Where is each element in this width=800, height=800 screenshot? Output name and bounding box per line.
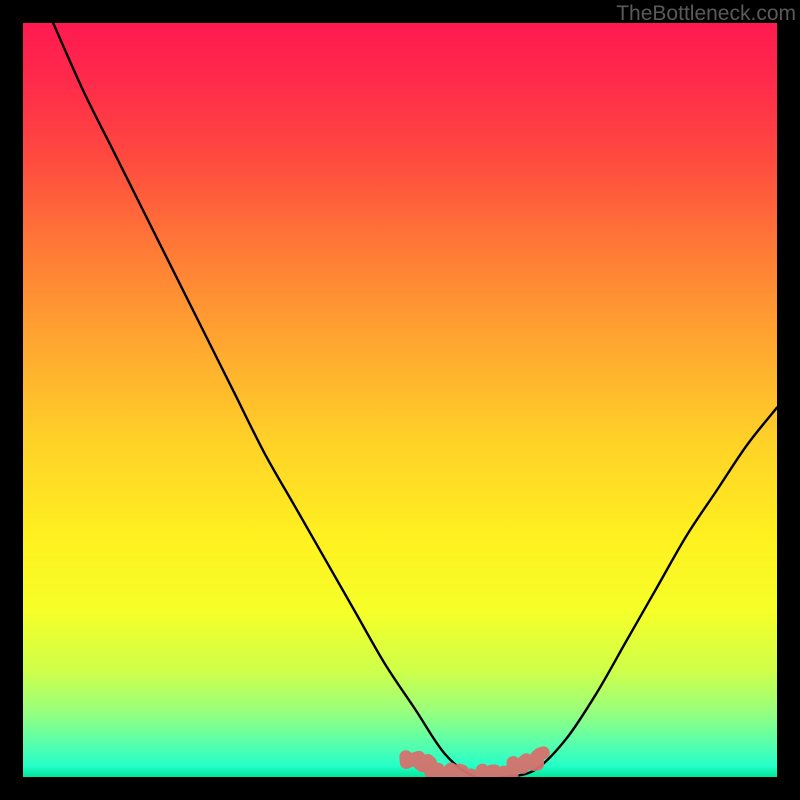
watermark-label: TheBottleneck.com bbox=[616, 2, 796, 26]
chart-svg bbox=[23, 23, 777, 777]
gradient-background bbox=[23, 23, 777, 777]
chart-frame bbox=[23, 23, 777, 777]
